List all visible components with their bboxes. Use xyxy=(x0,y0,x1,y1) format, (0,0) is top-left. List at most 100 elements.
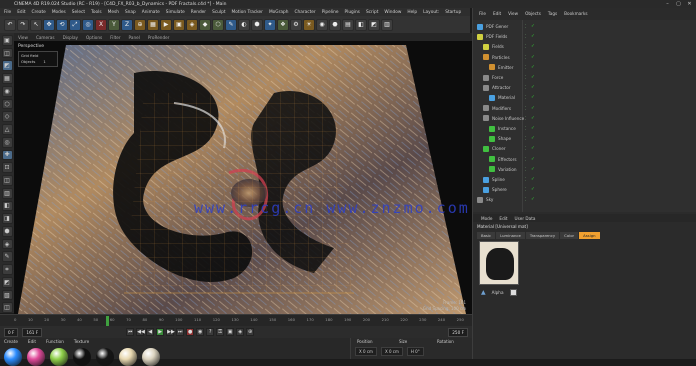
playback-button[interactable]: ⏮ xyxy=(126,328,135,336)
tool-button[interactable]: ◎ xyxy=(1,136,13,148)
menu-item[interactable]: Sculpt xyxy=(212,10,225,15)
visibility-dots-icon[interactable]: ⁚ xyxy=(525,75,526,80)
toolbar-button[interactable]: ▤ xyxy=(342,18,354,31)
current-frame-field[interactable]: 161 F xyxy=(22,327,43,337)
toolbar-button[interactable]: ⬡ xyxy=(212,18,224,31)
tool-button[interactable]: ⊡ xyxy=(1,162,13,174)
menu-item[interactable]: Layout: xyxy=(423,10,439,15)
visibility-dots-icon[interactable]: ⁚ xyxy=(525,34,526,39)
toolbar-button[interactable]: ⤢ xyxy=(69,18,81,31)
coords-position-x[interactable]: X 0 cm xyxy=(355,347,377,356)
enabled-check-icon[interactable]: ✓ xyxy=(531,75,535,80)
enabled-check-icon[interactable]: ✓ xyxy=(531,136,535,141)
object-manager-menu-item[interactable]: Tags xyxy=(548,11,557,16)
menu-item[interactable]: Render xyxy=(191,10,206,15)
object-list[interactable]: PDF Gener ⁚ ✓ PDF Fields ⁚ ✓ Fields ⁚ ✓ Particles… xyxy=(473,20,696,212)
toolbar-button[interactable]: ◈ xyxy=(186,18,198,31)
start-frame-field[interactable]: 0 F xyxy=(4,327,19,337)
toolbar-button[interactable]: ⟲ xyxy=(56,18,68,31)
viewport-menu-item[interactable]: Filter xyxy=(110,35,120,40)
tool-button[interactable]: ◩ xyxy=(1,276,13,288)
menu-item[interactable]: Mesh xyxy=(108,10,119,15)
object-manager-menu-item[interactable]: File xyxy=(479,11,486,16)
menu-item[interactable]: Create xyxy=(32,10,46,15)
viewport-menu-item[interactable]: Panel xyxy=(129,35,140,40)
object-row[interactable]: Force ⁚ ✓ xyxy=(473,73,696,82)
object-row[interactable]: Effectors ⁚ ✓ xyxy=(473,155,696,164)
enabled-check-icon[interactable]: ✓ xyxy=(531,85,535,90)
playback-button[interactable]: ◀◀ xyxy=(136,328,145,336)
object-manager-menu-item[interactable]: Bookmarks xyxy=(564,11,587,16)
enabled-check-icon[interactable]: ✓ xyxy=(531,197,535,202)
playhead-marker[interactable] xyxy=(106,316,109,326)
playback-button[interactable]: ▶ xyxy=(156,328,165,336)
tool-button[interactable]: ⬡ xyxy=(1,98,13,110)
object-row[interactable]: Fields ⁚ ✓ xyxy=(473,42,696,51)
toolbar-button[interactable]: ⬣ xyxy=(329,18,341,31)
enabled-check-icon[interactable]: ✓ xyxy=(531,146,535,151)
tool-button[interactable]: ◧ xyxy=(1,200,13,212)
object-row[interactable]: Variation ⁚ ✓ xyxy=(473,165,696,174)
tool-button[interactable]: ◇ xyxy=(1,111,13,123)
attribute-tab[interactable]: Color xyxy=(560,232,579,239)
enabled-check-icon[interactable]: ✓ xyxy=(531,95,535,100)
attribute-tab[interactable]: Basic xyxy=(477,232,496,239)
toolbar-button[interactable]: X xyxy=(95,18,107,31)
material-ball[interactable] xyxy=(96,348,114,366)
enabled-check-icon[interactable]: ✓ xyxy=(531,65,535,70)
visibility-dots-icon[interactable]: ⁚ xyxy=(525,106,526,111)
material-ball[interactable] xyxy=(73,348,91,366)
close-button[interactable]: ✕ xyxy=(687,1,692,7)
tool-button[interactable]: ▣ xyxy=(1,35,13,46)
object-manager-menu-item[interactable]: View xyxy=(508,11,518,16)
object-row[interactable]: Cloner ⁚ ✓ xyxy=(473,144,696,153)
object-row[interactable]: PDF Fields ⁚ ✓ xyxy=(473,32,696,41)
object-row[interactable]: PDF Gener ⁚ ✓ xyxy=(473,22,696,31)
toolbar-button[interactable]: ✦ xyxy=(264,18,276,31)
toolbar-button[interactable]: ◉ xyxy=(316,18,328,31)
toolbar-button[interactable]: ▥ xyxy=(381,18,393,31)
tool-button[interactable]: ▥ xyxy=(1,187,13,199)
coords-rotation-h[interactable]: H 0° xyxy=(406,347,424,356)
visibility-dots-icon[interactable]: ⁚ xyxy=(525,95,526,100)
menu-item[interactable]: Simulate xyxy=(166,10,185,15)
visibility-dots-icon[interactable]: ⁚ xyxy=(525,44,526,49)
tool-button[interactable]: ◩ xyxy=(1,60,13,72)
menu-item[interactable]: Help xyxy=(407,10,417,15)
material-ball[interactable] xyxy=(50,348,68,366)
enabled-check-icon[interactable]: ✓ xyxy=(531,34,535,39)
material-menu-item[interactable]: Edit xyxy=(28,339,36,344)
menu-item[interactable]: Window xyxy=(384,10,401,15)
viewport-menu-item[interactable]: Cameras xyxy=(36,35,55,40)
menu-item[interactable]: File xyxy=(4,10,11,15)
visibility-dots-icon[interactable]: ⁚ xyxy=(525,197,526,202)
visibility-dots-icon[interactable]: ⁚ xyxy=(525,65,526,70)
toolbar-button[interactable]: ⚙ xyxy=(290,18,302,31)
coords-size-x[interactable]: X 0 cm xyxy=(380,347,403,356)
menu-item[interactable]: Select xyxy=(72,10,85,15)
playback-button[interactable]: ◀ xyxy=(146,328,155,336)
enabled-check-icon[interactable]: ✓ xyxy=(531,106,535,111)
attribute-menu-item[interactable]: Edit xyxy=(499,216,507,221)
timeline-ruler[interactable]: 0 10 20 30 40 50 60 70 80 90 100 110 120 130 140 150 160… xyxy=(0,314,472,326)
toolbar-button[interactable]: ❖ xyxy=(277,18,289,31)
object-row[interactable]: Attractor ⁚ ✓ xyxy=(473,83,696,92)
toolbar-button[interactable]: ◩ xyxy=(368,18,380,31)
object-row[interactable]: Particles ⁚ ✓ xyxy=(473,53,696,62)
enabled-check-icon[interactable]: ✓ xyxy=(531,55,535,60)
material-menu-item[interactable]: Create xyxy=(4,339,18,344)
tool-button[interactable]: ▧ xyxy=(1,289,13,301)
toolbar-button[interactable]: Z xyxy=(121,18,133,31)
attribute-tab[interactable]: Luminance xyxy=(496,232,525,239)
object-row[interactable]: Instance ⁚ ✓ xyxy=(473,124,696,133)
visibility-dots-icon[interactable]: ⁚ xyxy=(525,146,526,151)
playback-button[interactable]: ⚿ xyxy=(216,328,225,336)
toolbar-button[interactable]: Y xyxy=(108,18,120,31)
object-row[interactable]: Sky ⁚ ✓ xyxy=(473,195,696,204)
toolbar-button[interactable]: ◧ xyxy=(355,18,367,31)
maximize-button[interactable]: ▢ xyxy=(676,1,681,7)
toolbar-button[interactable]: ↖ xyxy=(30,18,42,31)
tool-button[interactable]: ✚ xyxy=(1,149,13,161)
enabled-check-icon[interactable]: ✓ xyxy=(531,24,535,29)
object-manager-menu-item[interactable]: Edit xyxy=(493,11,501,16)
